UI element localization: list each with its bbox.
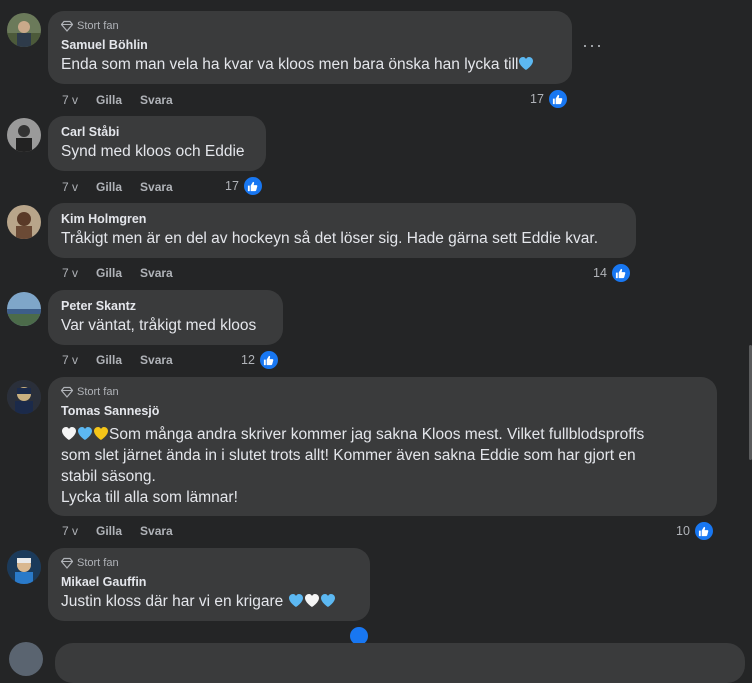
- avatar[interactable]: [9, 642, 43, 676]
- badge-label: Stort fan: [77, 386, 119, 398]
- avatar[interactable]: [7, 205, 41, 239]
- avatar[interactable]: [7, 380, 41, 414]
- badge-label: Stort fan: [77, 557, 119, 569]
- reaction-count[interactable]: 17: [225, 175, 264, 197]
- comment-actions: 7 v Gilla Svara: [62, 180, 173, 194]
- blue-heart-icon: [320, 594, 335, 607]
- reaction-count[interactable]: 10: [676, 520, 715, 542]
- comment-bubble: Stort fan Mikael Gauffin Justin kloss dä…: [48, 548, 370, 621]
- comment-actions: 7 v Gilla Svara: [62, 266, 173, 280]
- like-count: 10: [676, 524, 690, 538]
- comment-time[interactable]: 7 v: [62, 353, 78, 367]
- comment-text: Justin kloss där har vi en krigare: [61, 591, 357, 612]
- like-link[interactable]: Gilla: [96, 180, 122, 194]
- reply-link[interactable]: Svara: [140, 353, 173, 367]
- comment-input[interactable]: [55, 643, 745, 683]
- thumbs-up-icon: [241, 175, 264, 197]
- reply-link[interactable]: Svara: [140, 93, 173, 107]
- comment-actions: 7 v Gilla Svara: [62, 93, 173, 107]
- thumbs-up-icon: [257, 349, 280, 371]
- comment-text: Var väntat, tråkigt med kloos: [61, 317, 257, 334]
- comment-author[interactable]: Carl Ståbi: [61, 124, 253, 140]
- comment-bubble: Peter Skantz Var väntat, tråkigt med klo…: [48, 290, 283, 345]
- like-count: 17: [530, 92, 544, 106]
- comment-text: Som många andra skriver kommer jag sakna…: [61, 426, 645, 506]
- comment-time[interactable]: 7 v: [62, 266, 78, 280]
- like-count: 12: [241, 353, 255, 367]
- avatar[interactable]: [7, 118, 41, 152]
- comment-time[interactable]: 7 v: [62, 180, 78, 194]
- comment-text: Enda som man vela ha kvar va kloos men b…: [61, 54, 559, 75]
- thumbs-up-icon: [692, 520, 715, 542]
- white-heart-icon: [62, 427, 76, 440]
- comment-time[interactable]: 7 v: [62, 524, 78, 538]
- comment-actions: 7 v Gilla Svara: [62, 524, 173, 538]
- avatar[interactable]: [7, 292, 41, 326]
- comment-author[interactable]: Peter Skantz: [61, 298, 270, 314]
- comment-bubble: Stort fan Samuel Böhlin Enda som man vel…: [48, 11, 572, 84]
- comment-bubble: Stort fan Tomas Sannesjö Som många andra…: [48, 377, 717, 516]
- like-link[interactable]: Gilla: [96, 353, 122, 367]
- comment-text: Tråkigt men är en del av hockeyn så det …: [61, 230, 599, 247]
- like-link[interactable]: Gilla: [96, 93, 122, 107]
- like-count: 14: [593, 266, 607, 280]
- comment-time[interactable]: 7 v: [62, 93, 78, 107]
- yellow-heart-icon: [94, 427, 108, 440]
- avatar[interactable]: [7, 550, 41, 584]
- badge-label: Stort fan: [77, 20, 119, 32]
- fan-badge: Stort fan: [61, 386, 704, 398]
- like-count: 17: [225, 179, 239, 193]
- comment-author[interactable]: Kim Holmgren: [61, 211, 623, 227]
- reaction-count[interactable]: 12: [241, 349, 280, 371]
- comment-author[interactable]: Mikael Gauffin: [61, 574, 357, 590]
- diamond-icon: [61, 20, 73, 32]
- more-options-icon[interactable]: ···: [582, 35, 603, 56]
- diamond-icon: [61, 386, 73, 398]
- diamond-icon: [61, 557, 73, 569]
- comment-author[interactable]: Tomas Sannesjö: [61, 403, 704, 419]
- reply-link[interactable]: Svara: [140, 524, 173, 538]
- comment-actions: 7 v Gilla Svara: [62, 353, 173, 367]
- like-link[interactable]: Gilla: [96, 266, 122, 280]
- reaction-count[interactable]: 14: [593, 262, 632, 284]
- comment-author[interactable]: Samuel Böhlin: [61, 37, 559, 53]
- like-link[interactable]: Gilla: [96, 524, 122, 538]
- reply-link[interactable]: Svara: [140, 180, 173, 194]
- avatar[interactable]: [7, 13, 41, 47]
- blue-heart-icon: [288, 594, 303, 607]
- comment-bubble: Carl Ståbi Synd med kloos och Eddie: [48, 116, 266, 171]
- thumbs-up-icon: [609, 262, 632, 284]
- comment-text: Synd med kloos och Eddie: [61, 143, 245, 160]
- comment-bubble: Kim Holmgren Tråkigt men är en del av ho…: [48, 203, 636, 258]
- blue-heart-icon: [519, 57, 534, 70]
- thumbs-up-icon: [546, 88, 569, 110]
- blue-heart-icon: [78, 427, 92, 440]
- fan-badge: Stort fan: [61, 20, 559, 32]
- reply-link[interactable]: Svara: [140, 266, 173, 280]
- reaction-count[interactable]: 17: [530, 88, 569, 110]
- fan-badge: Stort fan: [61, 557, 357, 569]
- white-heart-icon: [304, 594, 319, 607]
